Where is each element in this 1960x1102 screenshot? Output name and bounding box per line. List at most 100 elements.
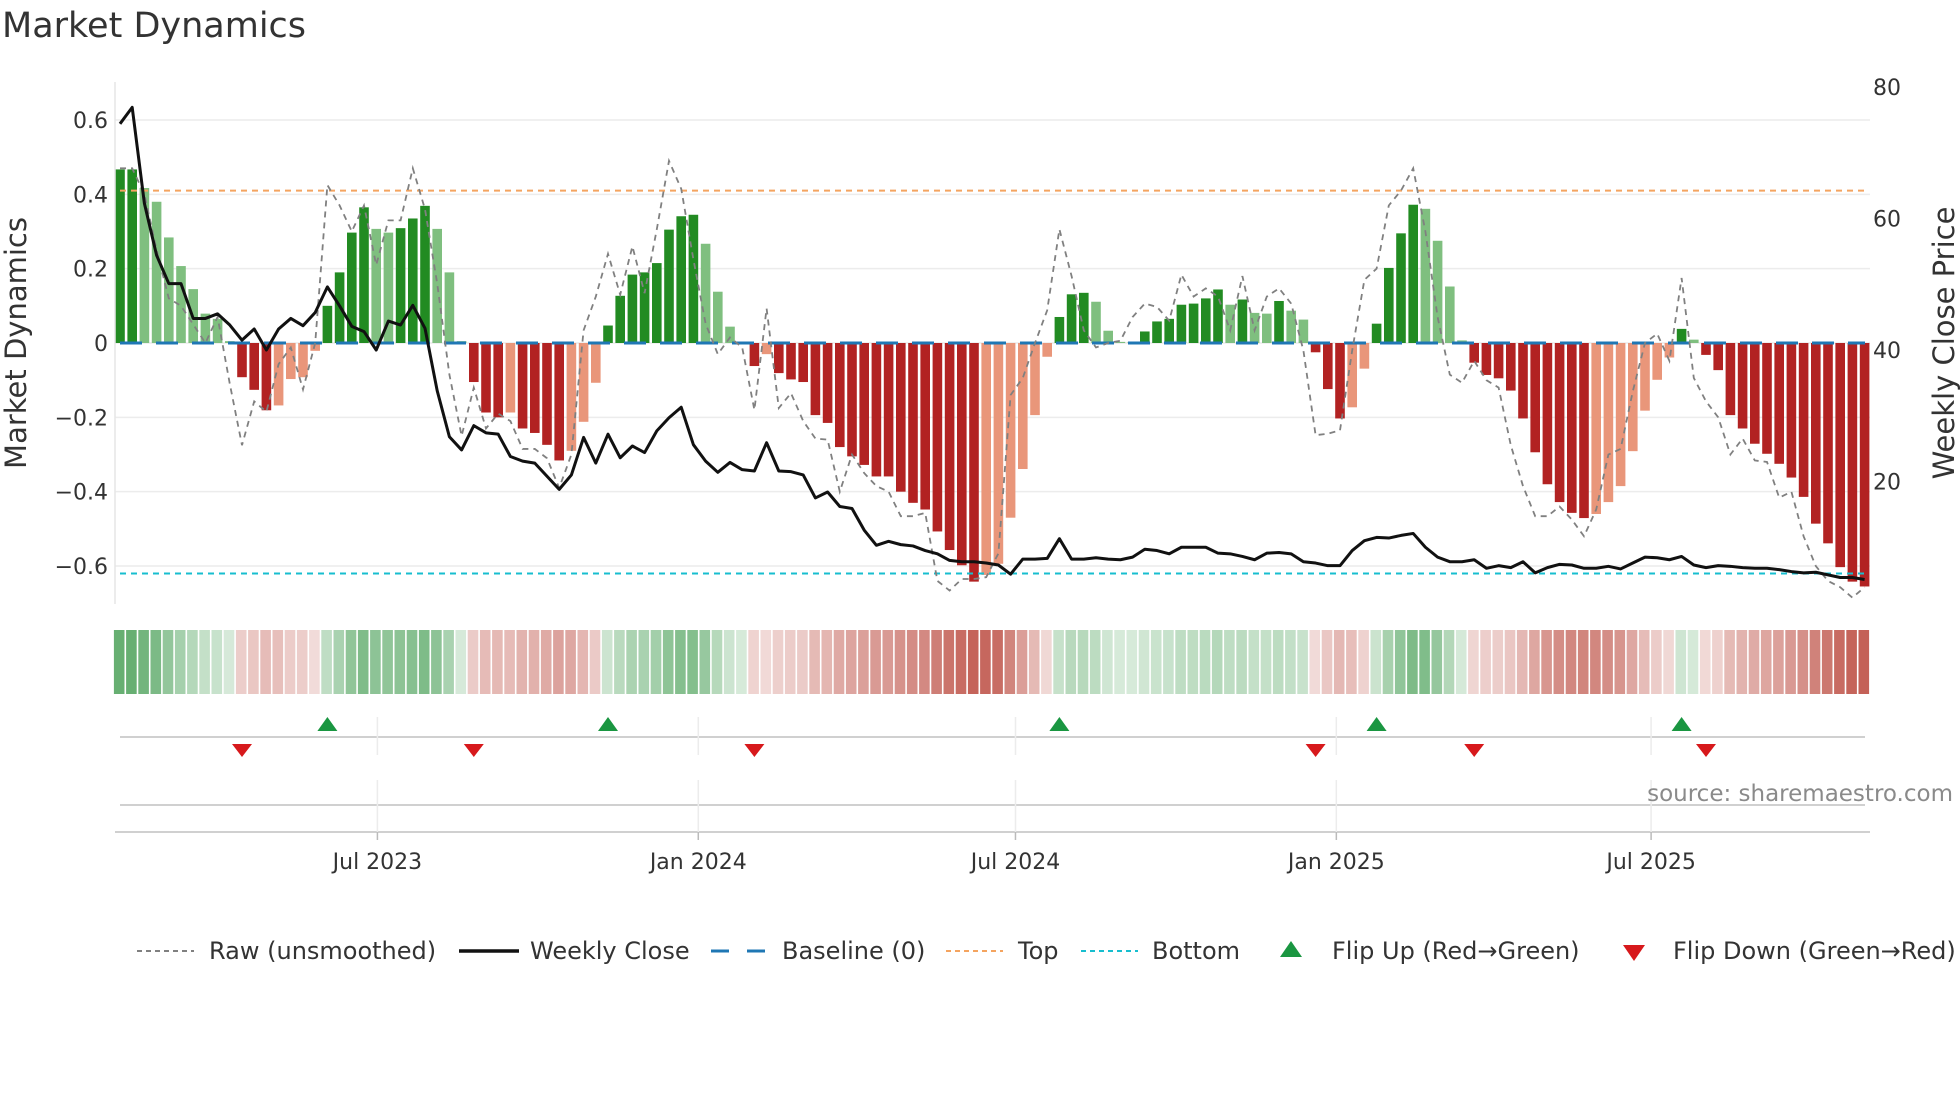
heat-cell xyxy=(260,630,271,694)
bar xyxy=(1176,304,1187,343)
bar xyxy=(908,343,918,503)
bar xyxy=(1628,343,1638,452)
flip-up-marker xyxy=(1049,717,1070,731)
heat-cell xyxy=(797,630,808,694)
heat-cell xyxy=(1797,630,1809,694)
bar xyxy=(1445,286,1455,343)
bar xyxy=(566,343,577,451)
heat-cell xyxy=(577,630,589,694)
heat-cell xyxy=(1773,630,1784,694)
bar xyxy=(835,343,845,448)
bar xyxy=(1554,343,1565,503)
heat-cell xyxy=(248,630,259,694)
x-tick-label: Jan 2024 xyxy=(648,850,747,875)
heat-cell xyxy=(1614,630,1626,694)
heat-cell xyxy=(1419,630,1430,694)
bar xyxy=(1591,343,1601,514)
bar xyxy=(1774,343,1784,464)
heat-cell xyxy=(187,630,198,694)
bar xyxy=(1689,339,1699,343)
heat-cell xyxy=(589,630,601,694)
bar xyxy=(1811,343,1821,524)
heat-cell xyxy=(1138,630,1150,694)
flip-down-marker xyxy=(744,744,765,757)
heat-cell xyxy=(516,630,528,694)
bar xyxy=(1237,299,1248,343)
legend-label: Baseline (0) xyxy=(782,937,925,965)
bar xyxy=(542,343,552,445)
heat-cell xyxy=(406,630,418,694)
heat-cell xyxy=(1028,630,1040,694)
heat-cell xyxy=(1163,630,1174,694)
heat-cell xyxy=(492,630,503,694)
bar xyxy=(652,263,662,343)
bar xyxy=(1286,310,1296,343)
heat-cell xyxy=(650,630,662,694)
bar xyxy=(774,343,784,374)
heat-cell xyxy=(967,630,979,694)
heat-cell xyxy=(626,630,637,694)
x-tick-label: Jul 2024 xyxy=(969,850,1061,875)
flip-markers: Jul 2023 Jan 2024 Jul 2024 Jan 2025 Jul 2025 xyxy=(115,717,1870,875)
bar xyxy=(944,343,955,551)
bar xyxy=(481,343,491,413)
bar xyxy=(1420,208,1431,343)
heat-cell xyxy=(870,630,881,694)
bar xyxy=(1371,323,1382,343)
bar-series xyxy=(115,169,1870,587)
heat-cell xyxy=(162,630,174,694)
heat-cell xyxy=(992,630,1003,694)
heat-cell xyxy=(174,630,186,694)
heat-cell xyxy=(1443,630,1455,694)
bar xyxy=(1530,343,1540,453)
heat-cell xyxy=(1541,630,1552,694)
y-axis-title: Market Dynamics xyxy=(0,217,33,469)
bar xyxy=(1567,343,1577,513)
bar xyxy=(847,343,857,457)
heat-cell xyxy=(1126,630,1138,694)
bar xyxy=(164,237,174,343)
bar xyxy=(957,343,967,566)
heat-cell xyxy=(126,630,137,694)
bar xyxy=(469,343,479,383)
y-tick-label: −0.4 xyxy=(55,481,108,506)
heat-cell xyxy=(1089,630,1101,694)
bar xyxy=(1152,321,1162,343)
heat-cell xyxy=(943,630,955,694)
heat-cell xyxy=(1565,630,1577,694)
bar xyxy=(1713,343,1723,371)
bar xyxy=(981,343,991,575)
bar xyxy=(627,274,638,343)
heat-cell xyxy=(711,630,723,694)
bar xyxy=(1091,301,1101,343)
bar xyxy=(1676,328,1687,343)
heat-cell xyxy=(1809,630,1821,694)
heat-cell xyxy=(113,630,125,694)
heat-cell xyxy=(894,630,906,694)
bar xyxy=(993,343,1004,564)
bar xyxy=(1201,298,1211,343)
heat-cell xyxy=(565,630,576,694)
bar xyxy=(749,343,760,367)
bar xyxy=(530,343,540,433)
y2-tick-label: 80 xyxy=(1873,76,1901,101)
heat-cell xyxy=(553,630,564,694)
bar xyxy=(359,207,369,343)
heat-cell xyxy=(601,630,613,694)
bar xyxy=(1066,294,1077,343)
heat-cell xyxy=(345,630,357,694)
bar xyxy=(676,216,686,343)
bar xyxy=(1762,343,1772,454)
heat-cell xyxy=(1602,630,1613,694)
bar xyxy=(1701,343,1711,355)
bar xyxy=(1323,343,1333,390)
bar xyxy=(493,343,503,418)
bar xyxy=(1493,343,1504,379)
heat-cell xyxy=(199,630,210,694)
heat-cell xyxy=(223,630,235,694)
heat-cell xyxy=(1346,630,1357,694)
heat-cell xyxy=(687,630,698,694)
legend-label: Flip Up (Red→Green) xyxy=(1332,937,1580,965)
line-series xyxy=(118,105,1866,599)
y2-axis-title: Weekly Close Price xyxy=(1927,207,1960,480)
